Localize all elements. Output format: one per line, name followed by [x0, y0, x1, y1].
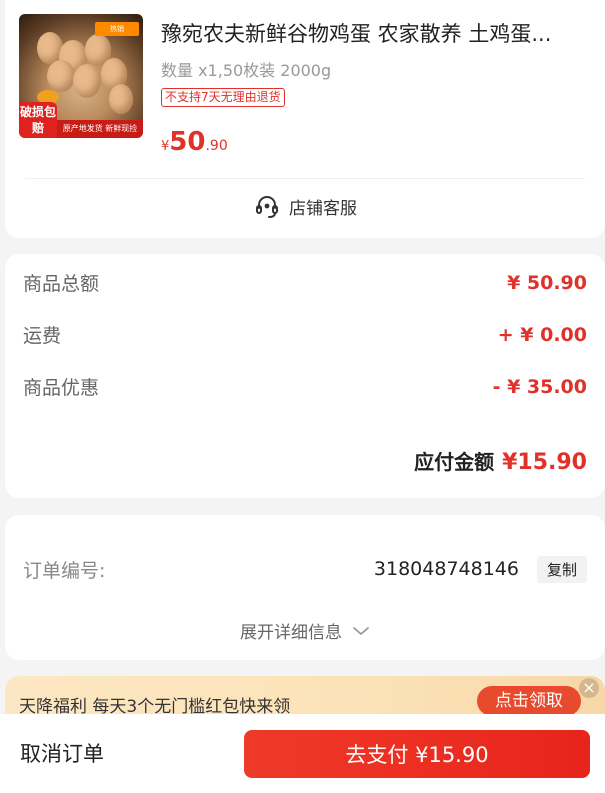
price-summary-card: 商品总额 ¥ 50.90 运费 + ¥ 0.00 商品优惠 - ¥ 35.00 … [5, 254, 605, 498]
expand-details-button[interactable]: 展开详细信息 [5, 618, 605, 643]
payable-label: 应付金额 [414, 450, 495, 474]
payable-total: 应付金额 ¥15.90 [414, 446, 587, 475]
return-policy-badge: 不支持7天无理由退货 [161, 88, 285, 107]
product-spec: 数量 x1,50枚装 2000g [161, 61, 332, 80]
expand-details-label: 展开详细信息 [240, 623, 342, 643]
divider [25, 178, 585, 179]
broken-guarantee-badge: 破损包赔 [19, 102, 57, 138]
goods-total-row: 商品总额 ¥ 50.90 [23, 269, 587, 296]
bottom-action-bar: 取消订单 去支付 ¥15.90 [0, 714, 605, 793]
copy-order-number-button[interactable]: 复制 [536, 555, 587, 583]
product-card: 热销 破损包赔 原产地发货 新鲜现捡 豫宛农夫新鲜谷物鸡蛋 农家散养 土鸡蛋..… [5, 0, 605, 238]
price-decimal: .90 [205, 138, 228, 154]
hot-badge: 热销 [95, 22, 139, 36]
payable-value: ¥15.90 [502, 450, 587, 475]
order-number-label: 订单编号: [23, 559, 106, 582]
close-icon[interactable]: × [579, 678, 599, 698]
product-title[interactable]: 豫宛农夫新鲜谷物鸡蛋 农家散养 土鸡蛋... [161, 18, 601, 48]
price-integer: 50 [169, 127, 206, 157]
chevron-down-icon [353, 626, 369, 635]
discount-label: 商品优惠 [23, 377, 100, 399]
order-info-card: 订单编号: 318048748146 复制 展开详细信息 [5, 515, 605, 660]
headset-icon [256, 196, 278, 218]
discount-row: 商品优惠 - ¥ 35.00 [23, 373, 587, 400]
claim-red-packet-button[interactable]: 点击领取 [477, 686, 581, 716]
shipping-label: 运费 [23, 325, 62, 347]
origin-banner: 原产地发货 新鲜现捡 [57, 120, 143, 138]
order-number-row: 订单编号: 318048748146 复制 [23, 555, 587, 583]
shipping-value: + ¥ 0.00 [497, 323, 587, 346]
discount-value: - ¥ 35.00 [492, 375, 587, 398]
store-service-button[interactable]: 店铺客服 [5, 192, 605, 220]
product-thumbnail[interactable]: 热销 破损包赔 原产地发货 新鲜现捡 [19, 14, 143, 138]
cancel-order-button[interactable]: 取消订单 [20, 738, 104, 768]
store-service-label: 店铺客服 [289, 198, 357, 219]
order-number-value: 318048748146 [373, 558, 519, 580]
shipping-row: 运费 + ¥ 0.00 [23, 321, 587, 348]
goods-total-label: 商品总额 [23, 273, 100, 295]
goods-total-value: ¥ 50.90 [507, 271, 587, 294]
pay-button[interactable]: 去支付 ¥15.90 [244, 730, 590, 778]
product-price: ¥50.90 [161, 127, 228, 157]
